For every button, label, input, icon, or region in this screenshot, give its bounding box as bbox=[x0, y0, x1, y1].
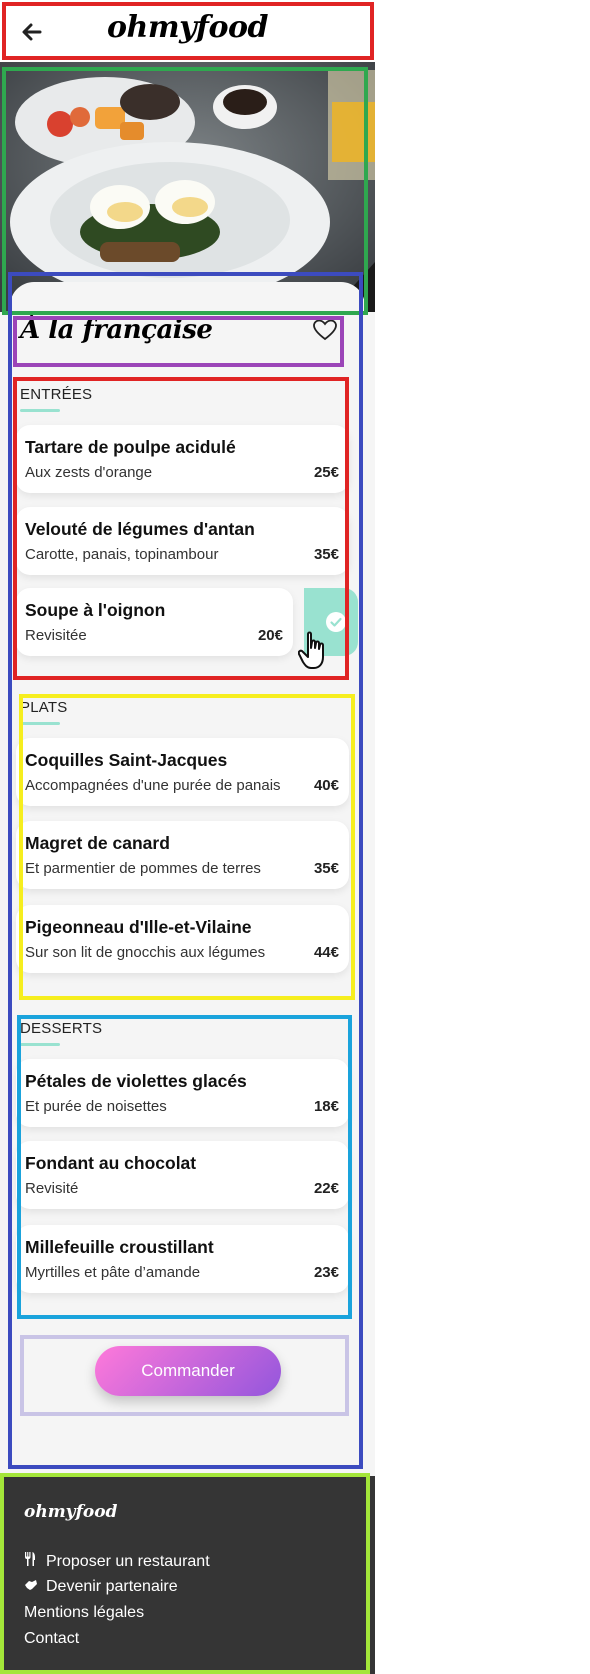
dish-card[interactable]: Magret de canard Et parmentier de pommes… bbox=[16, 821, 349, 889]
utensils-icon bbox=[24, 1552, 38, 1571]
section-underline bbox=[20, 1043, 60, 1046]
dish-name: Soupe à l'oignon bbox=[25, 600, 166, 620]
check-circle-icon bbox=[326, 612, 346, 632]
footer-link-become-partner[interactable]: Devenir partenaire bbox=[24, 1578, 178, 1596]
dish-price: 22€ bbox=[313, 1180, 339, 1197]
restaurant-title: À la française bbox=[20, 315, 213, 345]
dish-name: Fondant au chocolat bbox=[25, 1153, 197, 1173]
footer-link-label: Devenir partenaire bbox=[46, 1578, 178, 1595]
like-button[interactable] bbox=[312, 318, 338, 342]
handshake-icon bbox=[24, 1578, 38, 1596]
dish-price: 18€ bbox=[313, 1098, 339, 1115]
dish-price: 23€ bbox=[313, 1264, 339, 1281]
footer: ohmyfood Proposer un restaurant Devenir … bbox=[0, 1476, 375, 1674]
section-label-plats: PLATS bbox=[20, 699, 68, 716]
dish-price: 40€ bbox=[313, 777, 339, 794]
dish-description: Et purée de noisettes bbox=[25, 1098, 167, 1115]
dish-description: Sur son lit de gnocchis aux légumes bbox=[25, 944, 266, 961]
dish-name: Tartare de poulpe acidulé bbox=[25, 437, 236, 457]
section-underline bbox=[20, 722, 60, 725]
menu-page: ohmyfood À la française ENTRÉES Tartare … bbox=[0, 0, 375, 1674]
hand-pointer-icon bbox=[297, 630, 332, 672]
section-label-entrees: ENTRÉES bbox=[20, 386, 93, 403]
section-underline bbox=[20, 409, 60, 412]
app-header: ohmyfood bbox=[0, 0, 375, 62]
dish-card[interactable]: Coquilles Saint-Jacques Accompagnées d'u… bbox=[16, 738, 349, 806]
dish-description: Aux zests d'orange bbox=[25, 464, 153, 481]
dish-description: Myrtilles et pâte d’amande bbox=[25, 1264, 201, 1281]
dish-card[interactable]: Tartare de poulpe acidulé Aux zests d'or… bbox=[16, 425, 349, 493]
footer-brand: ohmyfood bbox=[24, 1502, 118, 1522]
dish-card[interactable]: Pétales de violettes glacés Et purée de … bbox=[16, 1059, 349, 1127]
order-button[interactable]: Commander bbox=[95, 1346, 281, 1396]
hero-image bbox=[0, 62, 375, 312]
dish-description: Revisité bbox=[25, 1180, 79, 1197]
dish-name: Magret de canard bbox=[25, 833, 170, 853]
dish-price: 44€ bbox=[313, 944, 339, 961]
footer-link-legal[interactable]: Mentions légales bbox=[24, 1604, 144, 1622]
dish-card[interactable]: Pigeonneau d'Ille-et-Vilaine Sur son lit… bbox=[16, 905, 349, 973]
dish-description: Carotte, panais, topinambour bbox=[25, 546, 219, 563]
brand-logo[interactable]: ohmyfood bbox=[0, 10, 375, 45]
dish-price: 35€ bbox=[313, 860, 339, 877]
footer-link-contact[interactable]: Contact bbox=[24, 1630, 79, 1648]
dish-card-selected[interactable]: Soupe à l'oignon Revisitée 20€ bbox=[16, 588, 293, 656]
section-label-desserts: DESSERTS bbox=[20, 1020, 103, 1037]
dish-name: Coquilles Saint-Jacques bbox=[25, 750, 228, 770]
heart-icon bbox=[313, 319, 337, 341]
dish-description: Et parmentier de pommes de terres bbox=[25, 860, 261, 877]
dish-card[interactable]: Fondant au chocolat Revisité 22€ bbox=[16, 1141, 349, 1209]
dish-name: Pétales de violettes glacés bbox=[25, 1071, 247, 1091]
dish-description: Accompagnées d'une purée de panais bbox=[25, 777, 281, 794]
dish-name: Velouté de légumes d'antan bbox=[25, 519, 255, 539]
dish-description: Revisitée bbox=[25, 627, 87, 644]
dish-card[interactable]: Millefeuille croustillant Myrtilles et p… bbox=[16, 1225, 349, 1293]
dish-price: 25€ bbox=[313, 464, 339, 481]
dish-name: Pigeonneau d'Ille-et-Vilaine bbox=[25, 917, 252, 937]
footer-link-label: Proposer un restaurant bbox=[46, 1553, 210, 1570]
footer-link-propose-restaurant[interactable]: Proposer un restaurant bbox=[24, 1552, 210, 1571]
dish-price: 35€ bbox=[313, 546, 339, 563]
dish-price: 20€ bbox=[257, 627, 283, 644]
dish-card[interactable]: Velouté de légumes d'antan Carotte, pana… bbox=[16, 507, 349, 575]
dish-name: Millefeuille croustillant bbox=[25, 1237, 214, 1257]
